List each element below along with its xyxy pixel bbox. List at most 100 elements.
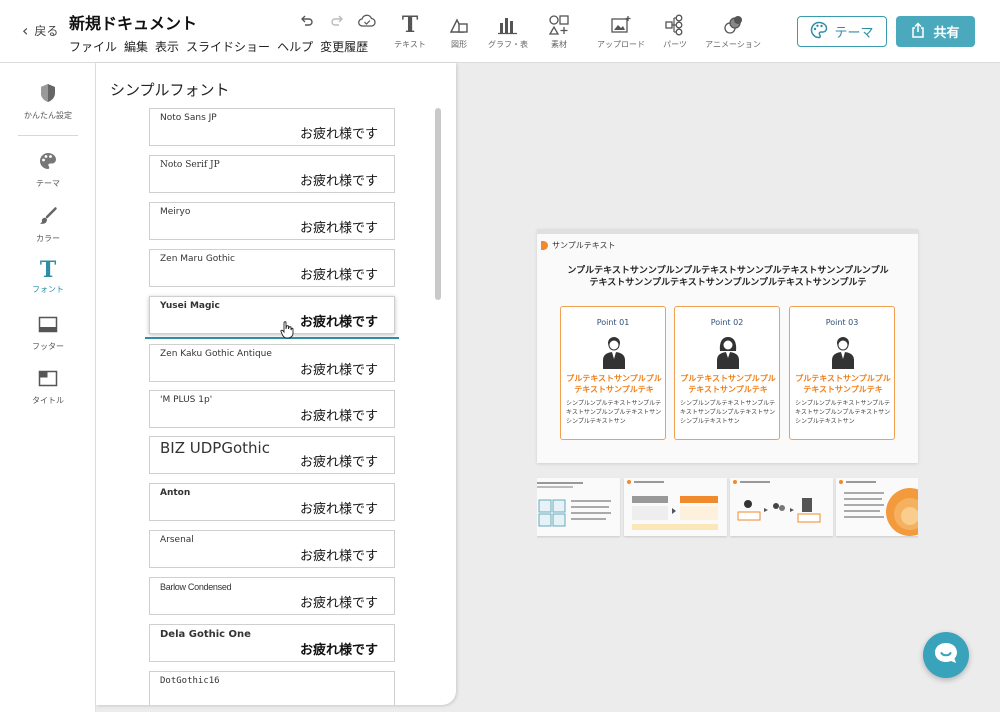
settings-sidebar: かんたん設定 テーマ カラー T フォント フッター タイトル: [0, 63, 96, 712]
palette-icon: [38, 151, 58, 175]
font-name: Yusei Magic: [160, 301, 220, 311]
tag-marker-icon: [541, 241, 548, 250]
undo-icon[interactable]: [298, 12, 316, 30]
tool-chart[interactable]: グラフ・表: [485, 12, 531, 50]
slide-preview[interactable]: サンプルテキスト ンプルテキストサンンプルンプルテキストサンンプルテキストサンン…: [537, 229, 918, 463]
theme-button[interactable]: テーマ: [797, 16, 887, 47]
font-option-hovered[interactable]: Yusei Magic お疲れ様です: [149, 296, 395, 334]
menu-history[interactable]: 変更履歴: [320, 38, 368, 55]
font-option[interactable]: Dela Gothic One お疲れ様です: [149, 624, 395, 662]
palette-icon: [810, 21, 828, 43]
tool-label: テキスト: [394, 40, 426, 49]
font-option[interactable]: Noto Sans JP お疲れ様です: [149, 108, 395, 146]
tool-label: パーツ: [663, 40, 687, 49]
font-icon: T: [39, 257, 57, 283]
menu-help[interactable]: ヘルプ: [277, 38, 313, 55]
point-card: Point 01 プルテキストサンプルプルテキストサンプルテキ シンプルンプルテ…: [560, 306, 666, 440]
sidebar-divider: [18, 135, 78, 136]
tool-animation[interactable]: アニメーション: [701, 12, 765, 50]
font-option[interactable]: Zen Kaku Gothic Antique お疲れ様です: [149, 344, 395, 382]
sidebar-item-label: フォント: [32, 285, 64, 294]
font-option[interactable]: 'M PLUS 1p' お疲れ様です: [149, 390, 395, 428]
chat-support-button[interactable]: [923, 632, 969, 678]
font-option[interactable]: Barlow Condensed お疲れ様です: [149, 577, 395, 615]
font-name: Noto Sans JP: [160, 113, 217, 123]
tool-upload[interactable]: アップロード: [593, 12, 649, 50]
slide-thumbnail[interactable]: [730, 478, 833, 536]
sidebar-item-title[interactable]: タイトル: [0, 370, 96, 406]
businesswoman-icon: [716, 335, 740, 373]
font-sample: お疲れ様です: [299, 549, 378, 564]
sidebar-item-font[interactable]: T フォント: [0, 259, 96, 295]
back-button[interactable]: ‹ 戻る: [22, 22, 58, 39]
drop-indicator: [145, 337, 399, 339]
font-option[interactable]: DotGothic16: [149, 671, 395, 705]
share-button[interactable]: 共有: [896, 16, 975, 47]
menu-edit[interactable]: 編集: [124, 38, 148, 55]
sidebar-item-theme[interactable]: テーマ: [0, 151, 96, 189]
tool-parts[interactable]: パーツ: [652, 12, 698, 50]
font-sample: お疲れ様です: [299, 409, 378, 424]
font-panel: シンプルフォント Noto Sans JP お疲れ様です Noto Serif …: [96, 63, 456, 705]
point-title: プルテキストサンプルプルテキストサンプルテキ: [566, 374, 662, 394]
redo-icon[interactable]: [328, 12, 346, 30]
sidebar-item-label: かんたん設定: [24, 111, 72, 120]
font-name: Zen Maru Gothic: [160, 254, 235, 264]
font-option[interactable]: Arsenal お疲れ様です: [149, 530, 395, 568]
point-label: Point 01: [596, 318, 630, 327]
font-sample: お疲れ様です: [299, 268, 378, 283]
sidebar-item-quick-settings[interactable]: かんたん設定: [0, 83, 96, 121]
document-title[interactable]: 新規ドキュメント: [69, 10, 197, 34]
font-option[interactable]: Anton お疲れ様です: [149, 483, 395, 521]
slide-thumbnail[interactable]: [624, 478, 727, 536]
tool-label: グラフ・表: [488, 40, 528, 49]
font-sample: お疲れ様です: [299, 315, 378, 330]
sidebar-item-label: タイトル: [32, 396, 64, 405]
cloud-save-icon[interactable]: [358, 12, 376, 30]
tool-label: 図形: [451, 40, 467, 49]
shield-icon: [39, 83, 57, 107]
point-title: プルテキストサンプルプルテキストサンプルテキ: [680, 374, 776, 394]
panel-scrollbar[interactable]: [435, 108, 441, 300]
tool-label: アニメーション: [705, 40, 761, 49]
slide-thumbnail[interactable]: [537, 478, 620, 536]
tool-assets[interactable]: 素材: [534, 12, 584, 50]
chat-bubble-icon: [933, 641, 959, 669]
point-body: シンプルンプルテキストサンプルテキストサンプルンプルテキストサンシンプルテキスト…: [795, 400, 891, 425]
font-name: Dela Gothic One: [160, 629, 251, 640]
menu-slideshow[interactable]: スライドショー: [186, 38, 270, 55]
tool-label: 素材: [551, 40, 567, 49]
font-option[interactable]: BIZ UDPGothic お疲れ様です: [149, 436, 395, 474]
menu-view[interactable]: 表示: [155, 38, 179, 55]
font-name: Zen Kaku Gothic Antique: [160, 349, 272, 359]
font-name: Arsenal: [160, 535, 194, 545]
point-label: Point 03: [825, 318, 859, 327]
point-card: Point 02 プルテキストサンプルプルテキストサンプルテキ シンプルンプルテ…: [674, 306, 780, 440]
menu-file[interactable]: ファイル: [69, 38, 117, 55]
font-name: BIZ UDPGothic: [160, 439, 270, 457]
point-body: シンプルンプルテキストサンプルテキストサンプルンプルテキストサンシンプルテキスト…: [680, 400, 776, 425]
hand-cursor-icon: [280, 321, 294, 343]
sidebar-item-footer[interactable]: フッター: [0, 316, 96, 352]
font-option[interactable]: Zen Maru Gothic お疲れ様です: [149, 249, 395, 287]
font-name: Anton: [160, 488, 191, 498]
slide-thumbnail[interactable]: [836, 478, 918, 536]
font-sample: お疲れ様です: [299, 127, 378, 142]
assets-icon: [548, 12, 570, 38]
tool-text[interactable]: T テキスト: [387, 12, 433, 50]
font-option[interactable]: Noto Serif JP お疲れ様です: [149, 155, 395, 193]
tool-shapes[interactable]: 図形: [436, 12, 482, 50]
sidebar-item-color[interactable]: カラー: [0, 206, 96, 244]
point-card: Point 03 プルテキストサンプルプルテキストサンプルテキ シンプルンプルテ…: [789, 306, 895, 440]
point-body: シンプルンプルテキストサンプルテキストサンプルンプルテキストサンシンプルテキスト…: [566, 400, 662, 425]
font-sample: お疲れ様です: [299, 455, 378, 470]
upload-icon: [610, 12, 632, 38]
font-option[interactable]: Meiryo お疲れ様です: [149, 202, 395, 240]
theme-button-label: テーマ: [834, 26, 874, 41]
font-name: Meiryo: [160, 207, 191, 217]
sidebar-item-label: テーマ: [36, 179, 60, 188]
point-title: プルテキストサンプルプルテキストサンプルテキ: [795, 374, 891, 394]
font-name: Noto Serif JP: [160, 160, 220, 170]
businessman-icon: [602, 335, 626, 373]
sidebar-item-label: フッター: [32, 342, 64, 351]
